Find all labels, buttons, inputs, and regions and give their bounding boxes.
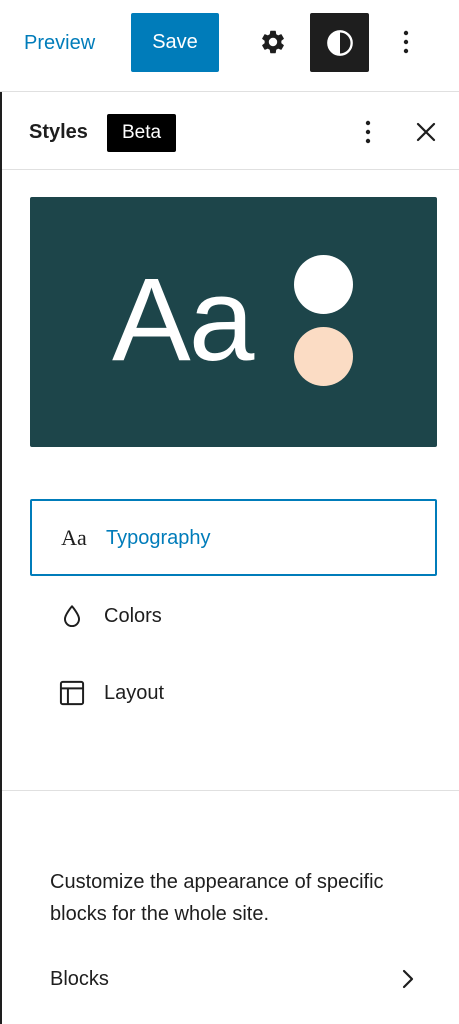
nav-item-typography[interactable]: Aa Typography (30, 499, 437, 576)
editor-header: Preview Save (0, 0, 459, 92)
droplet-icon (52, 596, 92, 636)
preview-button[interactable]: Preview (24, 30, 95, 56)
section-divider (2, 790, 459, 791)
nav-item-label: Layout (104, 681, 165, 704)
typography-aa-icon: Aa (61, 524, 87, 550)
blocks-description: Customize the appearance of specific blo… (50, 871, 384, 925)
nav-item-layout[interactable]: Layout (30, 654, 437, 731)
options-button[interactable] (384, 20, 428, 64)
half-circle-contrast-icon (326, 29, 353, 56)
save-button[interactable]: Save (131, 13, 219, 72)
settings-button[interactable] (251, 20, 295, 64)
preview-primary-color-dot (294, 255, 353, 314)
nav-item-label: Colors (104, 604, 162, 627)
close-sidebar-button[interactable] (406, 112, 446, 152)
beta-badge: Beta (107, 114, 176, 152)
nav-item-blocks[interactable]: Blocks (50, 959, 420, 999)
close-icon (416, 122, 436, 142)
styles-actions-button[interactable] (348, 112, 388, 152)
styles-sidebar: Styles Beta Aa Aa Typography Colors Layo… (0, 92, 459, 1024)
nav-item-label: Typography (106, 526, 211, 549)
blocks-label: Blocks (50, 968, 109, 990)
preview-sample-text: Aa (112, 254, 254, 386)
sidebar-header: Styles Beta (2, 92, 459, 170)
sidebar-title: Styles (29, 121, 88, 143)
vertical-ellipsis-icon (365, 120, 371, 144)
preview-secondary-color-dot (294, 327, 353, 386)
layout-icon (52, 673, 92, 713)
gear-icon (262, 30, 284, 54)
vertical-ellipsis-icon (403, 30, 409, 54)
style-preview-card[interactable]: Aa (30, 197, 437, 447)
nav-item-colors[interactable]: Colors (30, 577, 437, 654)
styles-toggle-button[interactable] (310, 13, 369, 72)
chevron-right-icon (396, 967, 420, 991)
